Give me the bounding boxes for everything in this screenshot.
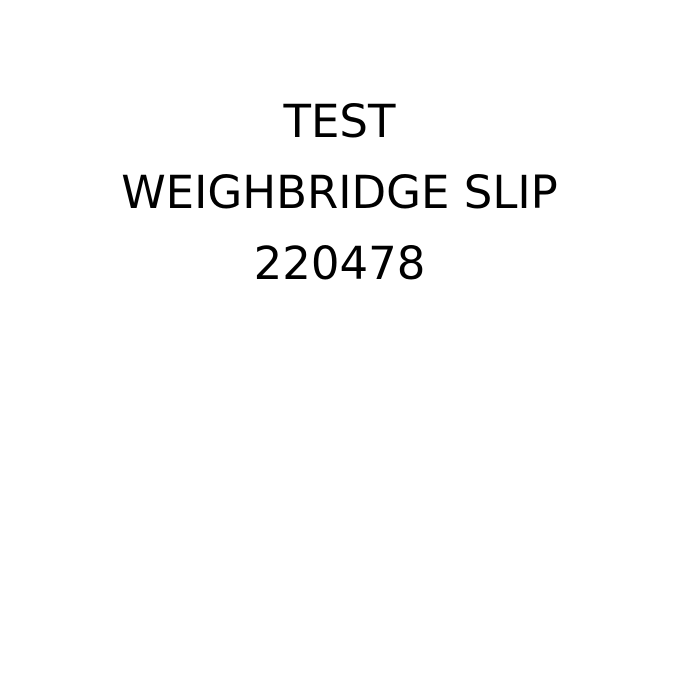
document-page: TEST WEIGHBRIDGE SLIP 220478: [0, 0, 679, 679]
heading-slip-number: 220478: [253, 237, 426, 290]
heading-document-title: WEIGHBRIDGE SLIP: [121, 166, 558, 219]
slip-heading: TEST WEIGHBRIDGE SLIP 220478: [0, 86, 679, 299]
heading-test-label: TEST: [283, 95, 396, 148]
